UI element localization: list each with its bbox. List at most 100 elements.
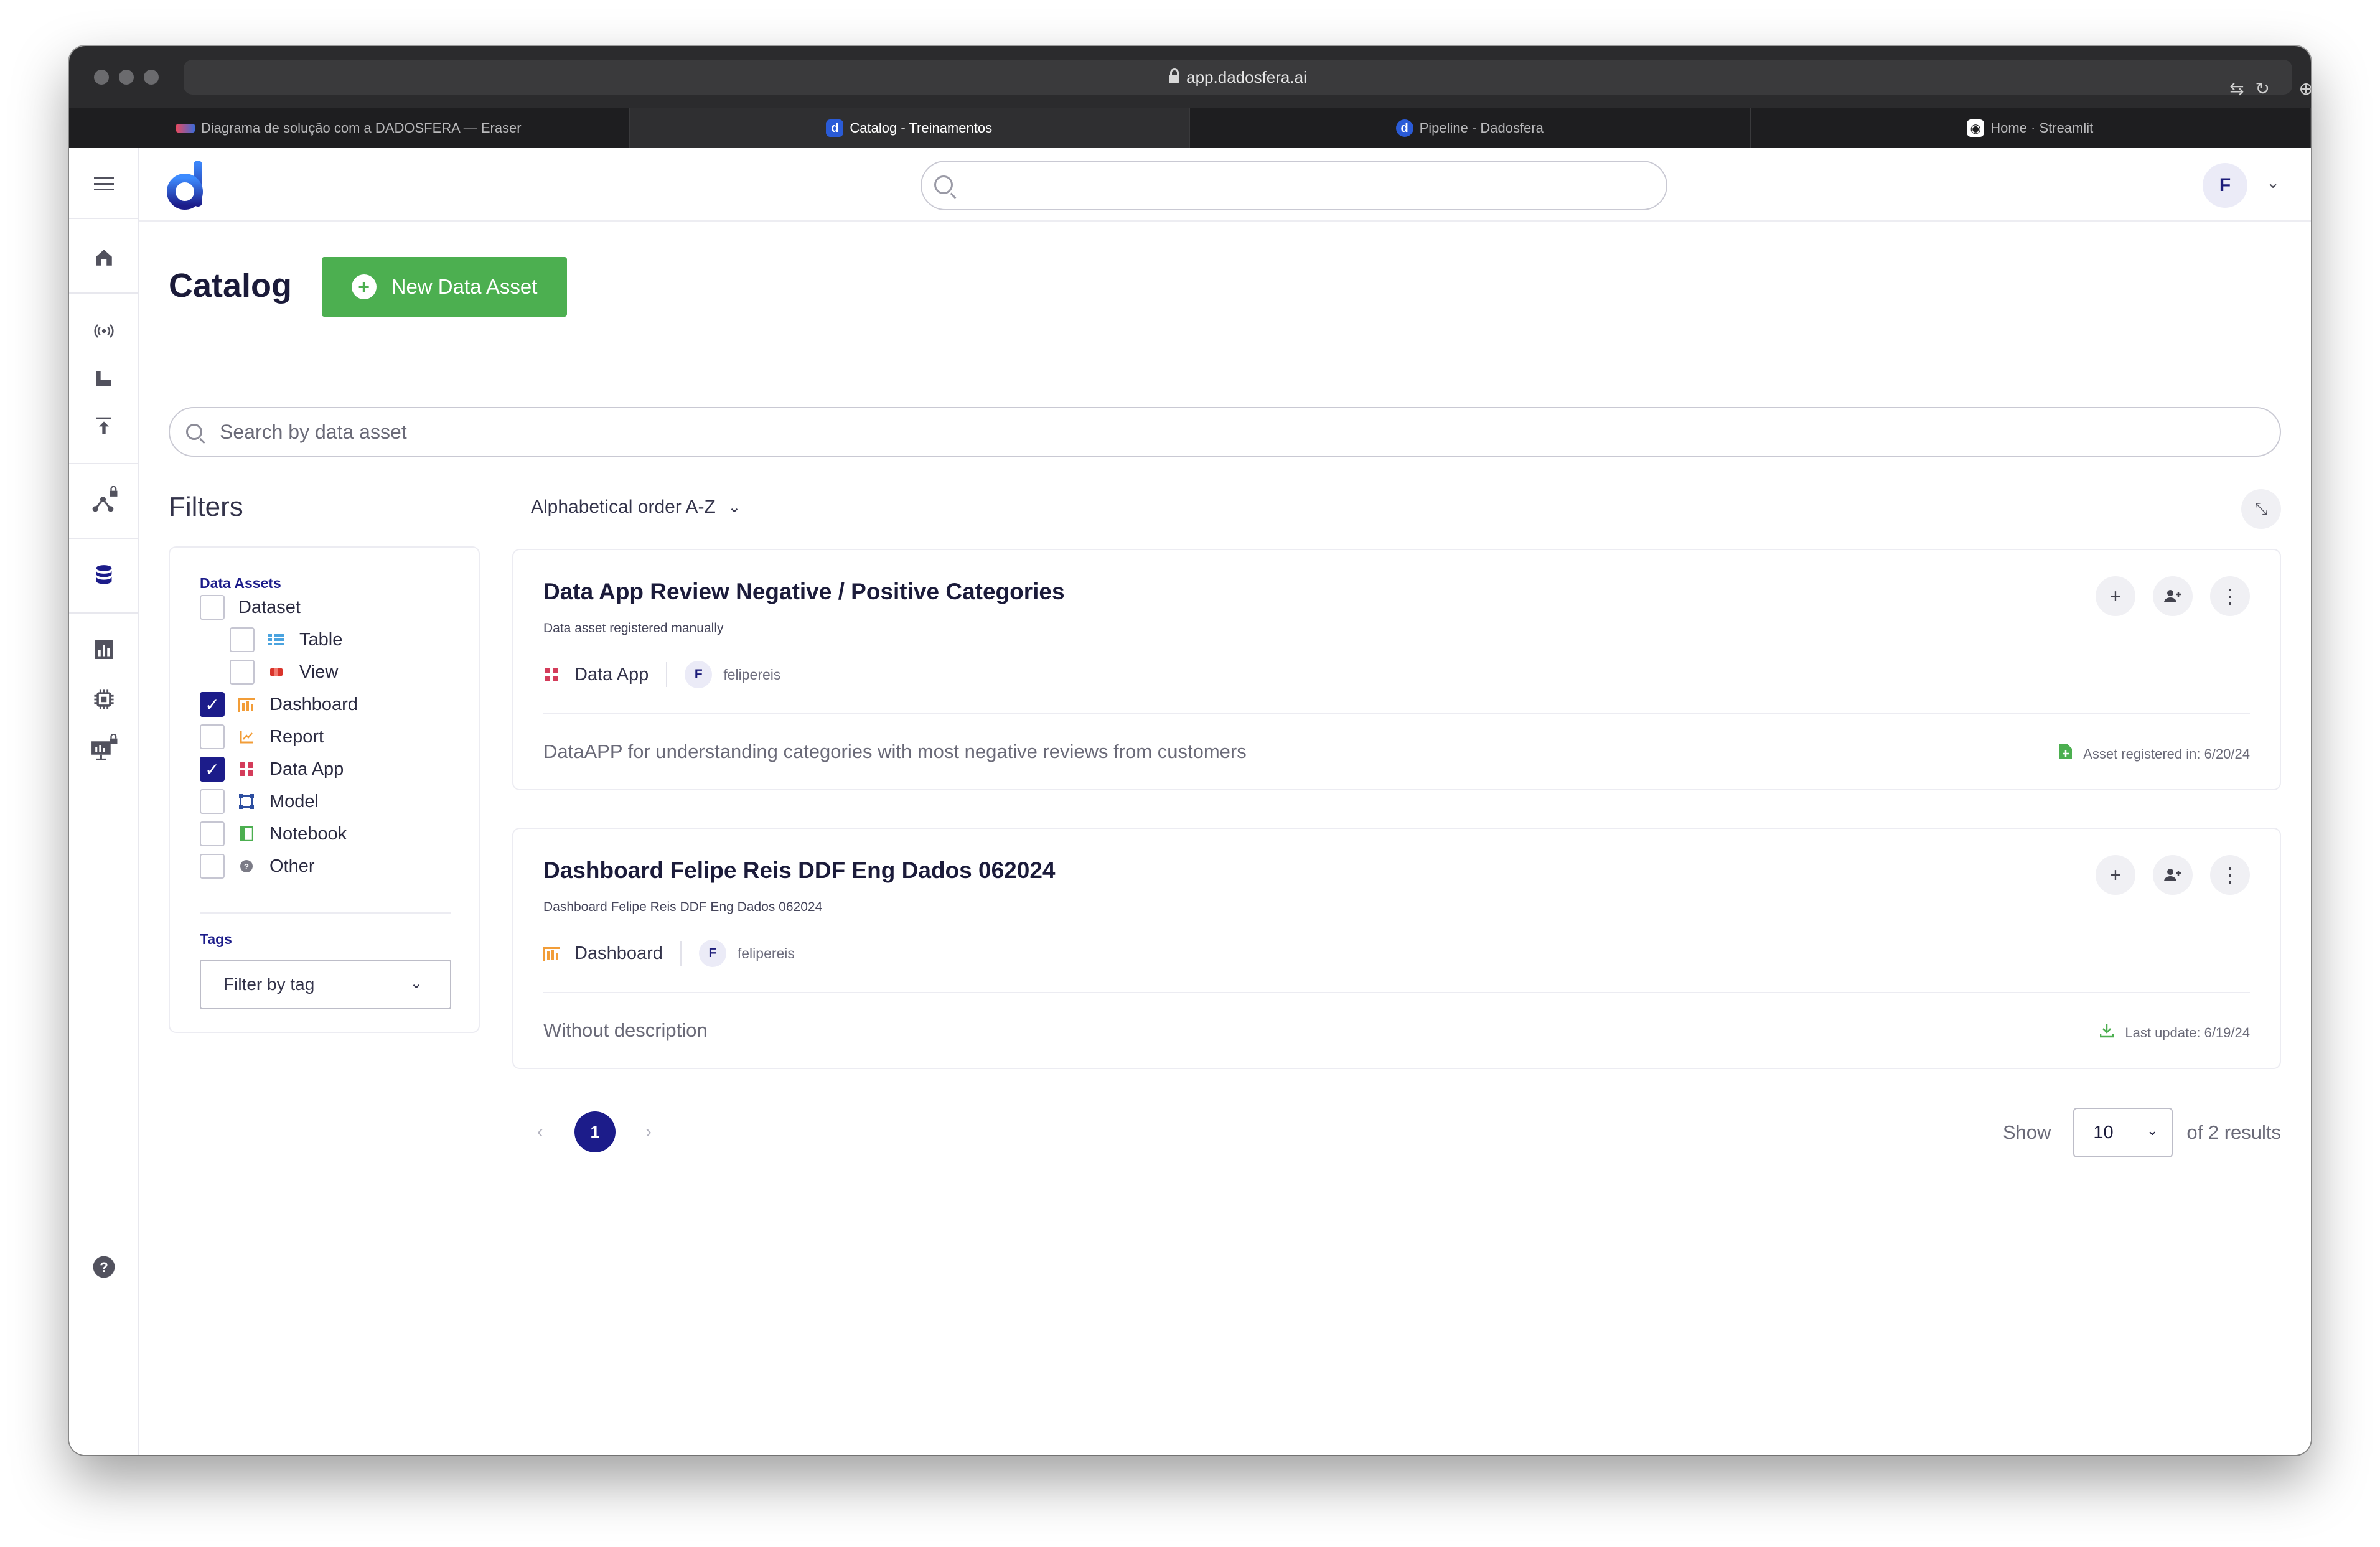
help-icon[interactable]: ? [87,1250,121,1284]
asset-date-text: Last update: 6/19/24 [2125,1024,2250,1040]
upload-icon[interactable] [87,408,121,443]
asset-owner: felipereis [737,945,795,961]
analytics-chart-icon[interactable] [87,632,121,667]
sort-select[interactable]: Alphabetical order A-Z ⌄ [531,497,741,518]
connections-icon[interactable] [87,314,121,348]
view-checkbox[interactable] [230,660,255,685]
filter-report[interactable]: Report [200,724,324,749]
asset-description: Without description [543,1019,708,1041]
chevron-left-icon[interactable]: ‹ [531,1121,550,1143]
chevron-down-icon[interactable]: ⌄ [2266,173,2280,192]
download-icon[interactable]: ⊕ [2299,78,2311,99]
add-user-icon [2164,590,2181,602]
reload-icon[interactable]: ↻ [2256,78,2270,99]
zoom-window-button[interactable] [144,70,159,85]
asset-subtitle: Dashboard Felipe Reis DDF Eng Dados 0620… [543,900,823,914]
filters-panel: Data Assets Dataset Table View ✓ Dashboa… [169,546,480,1033]
filter-label: Dashboard [269,694,358,714]
pipeline-locked-icon[interactable] [87,483,121,518]
minimize-window-button[interactable] [119,70,134,85]
app-header: F ⌄ [139,148,2311,222]
asset-card[interactable]: Dashboard Felipe Reis DDF Eng Dados 0620… [512,828,2281,1069]
rail-divider [69,218,139,219]
asset-date: Asset registered in: 6/20/24 [2059,744,2250,764]
model-checkbox[interactable] [200,789,225,814]
svg-text:?: ? [244,862,249,871]
search-icon [186,424,202,440]
dadosfera-favicon-icon: d [826,119,844,137]
share-user-button[interactable] [2153,576,2193,616]
filter-label: Notebook [269,823,347,844]
collapse-view-button[interactable]: ⤡ [2241,489,2281,529]
add-button[interactable]: + [2096,576,2135,616]
browser-tab-streamlit[interactable]: ◉ Home · Streamlit [1751,108,2311,148]
filter-data-app[interactable]: ✓ Data App [200,757,344,782]
data-app-icon [543,666,560,683]
other-icon: ? [238,858,255,874]
dataset-checkbox[interactable] [200,595,225,620]
asset-date: Last update: 6/19/24 [2100,1023,2250,1042]
menu-icon[interactable] [87,167,121,202]
other-checkbox[interactable] [200,854,225,879]
add-button[interactable]: + [2096,855,2135,895]
page-size-select[interactable]: 10 ⌄ [2073,1108,2173,1157]
filter-other[interactable]: ? Other [200,854,315,879]
more-vertical-icon: ⋮ [2220,585,2240,607]
address-bar[interactable]: app.dadosfera.ai ⇆ ↻ ⊕ [184,60,2311,98]
presentation-locked-icon[interactable] [87,731,121,765]
catalog-search-input[interactable] [220,420,2211,444]
new-data-asset-button[interactable]: + New Data Asset [322,257,567,317]
streamlit-favicon-icon: ◉ [1967,119,1985,137]
eraser-favicon-icon [176,124,195,133]
close-window-button[interactable] [94,70,109,85]
filter-notebook[interactable]: Notebook [200,821,347,846]
add-user-icon [2164,869,2181,881]
more-options-button[interactable]: ⋮ [2210,576,2250,616]
share-user-button[interactable] [2153,855,2193,895]
browser-window: app.dadosfera.ai ⇆ ↻ ⊕ Diagrama de soluç… [69,46,2311,1455]
notebook-checkbox[interactable] [200,821,225,846]
tab-title: Home · Streamlit [1990,120,2094,136]
window-controls [94,70,159,85]
report-checkbox[interactable] [200,724,225,749]
home-icon[interactable] [87,240,121,275]
browser-tab-pipeline[interactable]: d Pipeline - Dadosfera [1190,108,1751,148]
asset-actions: + ⋮ [2096,855,2250,895]
browser-tab-eraser[interactable]: Diagrama de solução com a DADOSFERA — Er… [69,108,630,148]
address-url: app.dadosfera.ai [1186,67,1307,86]
asset-title[interactable]: Dashboard Felipe Reis DDF Eng Dados 0620… [543,858,1055,884]
asset-type: Data App [574,664,649,685]
table-checkbox[interactable] [230,627,255,652]
meta-divider [680,941,682,966]
user-avatar[interactable]: F [2203,163,2247,208]
rail-divider [69,538,139,539]
chevron-down-icon: ⌄ [728,498,741,516]
dashboard-checkbox[interactable]: ✓ [200,692,225,717]
filter-label: Report [269,726,324,747]
chevron-right-icon[interactable]: › [639,1121,658,1143]
asset-card[interactable]: Data App Review Negative / Positive Cate… [512,549,2281,790]
filter-dashboard[interactable]: ✓ Dashboard [200,692,358,717]
global-search-input[interactable] [921,161,1667,210]
owner-avatar: F [685,661,713,688]
browser-tab-catalog[interactable]: d Catalog - Treinamentos [629,108,1190,148]
asset-title[interactable]: Data App Review Negative / Positive Cate… [543,579,1065,605]
asset-subtitle: Data asset registered manually [543,621,724,635]
filter-view[interactable]: View [230,660,338,685]
results-count: of 2 results [2186,1121,2281,1143]
filter-table[interactable]: Table [230,627,342,652]
dadosfera-logo[interactable] [167,161,207,210]
rail-divider [69,292,139,294]
asset-meta: Data App F felipereis [543,661,780,688]
catalog-database-icon[interactable] [87,558,121,592]
dashboard-icon [543,945,560,961]
filter-dataset[interactable]: Dataset [200,595,301,620]
translate-icon[interactable]: ⇆ [2229,78,2244,99]
collect-icon[interactable] [87,361,121,396]
data-app-checkbox[interactable]: ✓ [200,757,225,782]
more-options-button[interactable]: ⋮ [2210,855,2250,895]
intelligence-chip-icon[interactable] [87,682,121,717]
tag-filter-select[interactable]: Filter by tag ⌄ [200,960,451,1009]
page-number-button[interactable]: 1 [574,1111,616,1152]
filter-model[interactable]: Model [200,789,319,814]
